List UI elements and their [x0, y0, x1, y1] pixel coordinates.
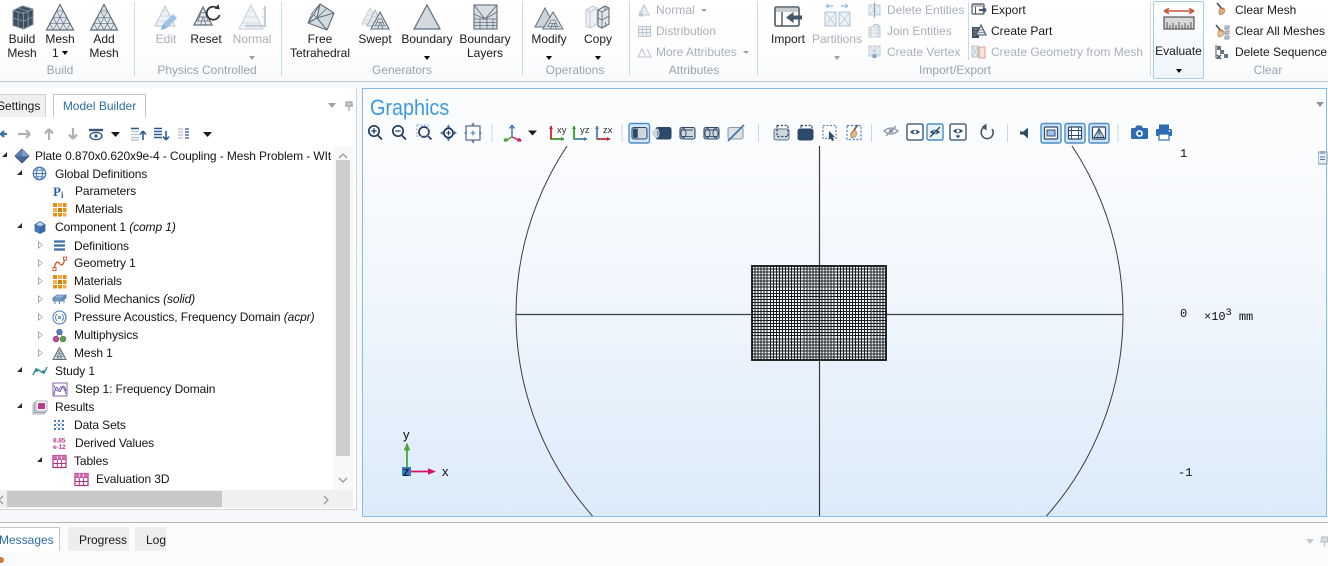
- svg-text:xy: xy: [557, 125, 567, 136]
- svg-text:P: P: [53, 184, 61, 199]
- svg-text:yz: yz: [580, 125, 590, 136]
- svg-text:x: x: [442, 464, 449, 479]
- svg-text:zx: zx: [603, 125, 613, 136]
- svg-text:y: y: [403, 427, 410, 442]
- svg-text:e-12: e-12: [53, 444, 66, 450]
- svg-text:z: z: [403, 464, 410, 479]
- svg-text:i: i: [61, 190, 64, 199]
